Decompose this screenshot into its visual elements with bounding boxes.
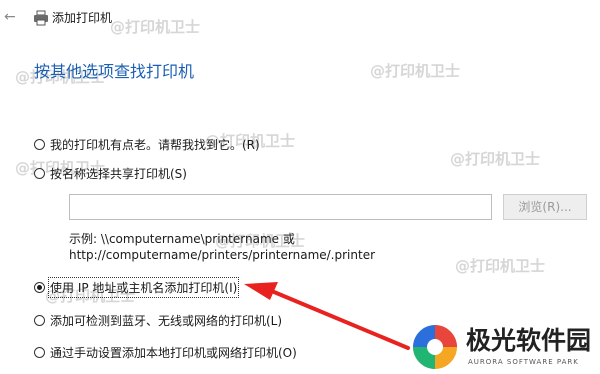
printer-icon — [34, 10, 48, 26]
option-label: 使用 IP 地址或主机名添加打印机(I) — [47, 276, 240, 298]
logo-name: 极光软件园 — [466, 326, 592, 355]
radio-button[interactable] — [34, 281, 45, 293]
aurora-logo-icon — [413, 325, 457, 369]
watermark: @打印机卫士 — [450, 150, 541, 168]
radio-button[interactable] — [34, 314, 45, 326]
page-title: 按其他选项查找打印机 — [34, 62, 195, 81]
watermark: @打印机卫士 — [370, 62, 461, 80]
shared-printer-name-input[interactable] — [69, 194, 492, 220]
annotation-arrow-icon — [244, 282, 410, 350]
logo-subtitle: AURORA SOFTWARE PARK — [468, 358, 579, 366]
example-text: http://computername/printers/printername… — [69, 248, 376, 262]
window-title: 添加打印机 — [52, 11, 113, 25]
back-arrow-icon[interactable]: ← — [4, 9, 20, 25]
option-old-printer[interactable]: 我的打印机有点老。请帮我找到它。(R) — [34, 135, 260, 153]
example-text: 示例: \\computername\printername 或 — [69, 232, 295, 246]
option-label: 按名称选择共享打印机(S) — [50, 166, 187, 181]
browse-button[interactable]: 浏览(R)... — [503, 194, 587, 220]
radio-button[interactable] — [34, 167, 45, 179]
watermark: @打印机卫士 — [455, 257, 546, 275]
watermark: @打印机卫士 — [110, 18, 201, 36]
option-ip-address[interactable]: 使用 IP 地址或主机名添加打印机(I) — [34, 276, 240, 298]
radio-button[interactable] — [34, 346, 45, 358]
radio-button[interactable] — [34, 138, 45, 150]
option-shared-printer[interactable]: 按名称选择共享打印机(S) — [34, 164, 187, 182]
option-label: 我的打印机有点老。请帮我找到它。(R) — [50, 137, 260, 152]
